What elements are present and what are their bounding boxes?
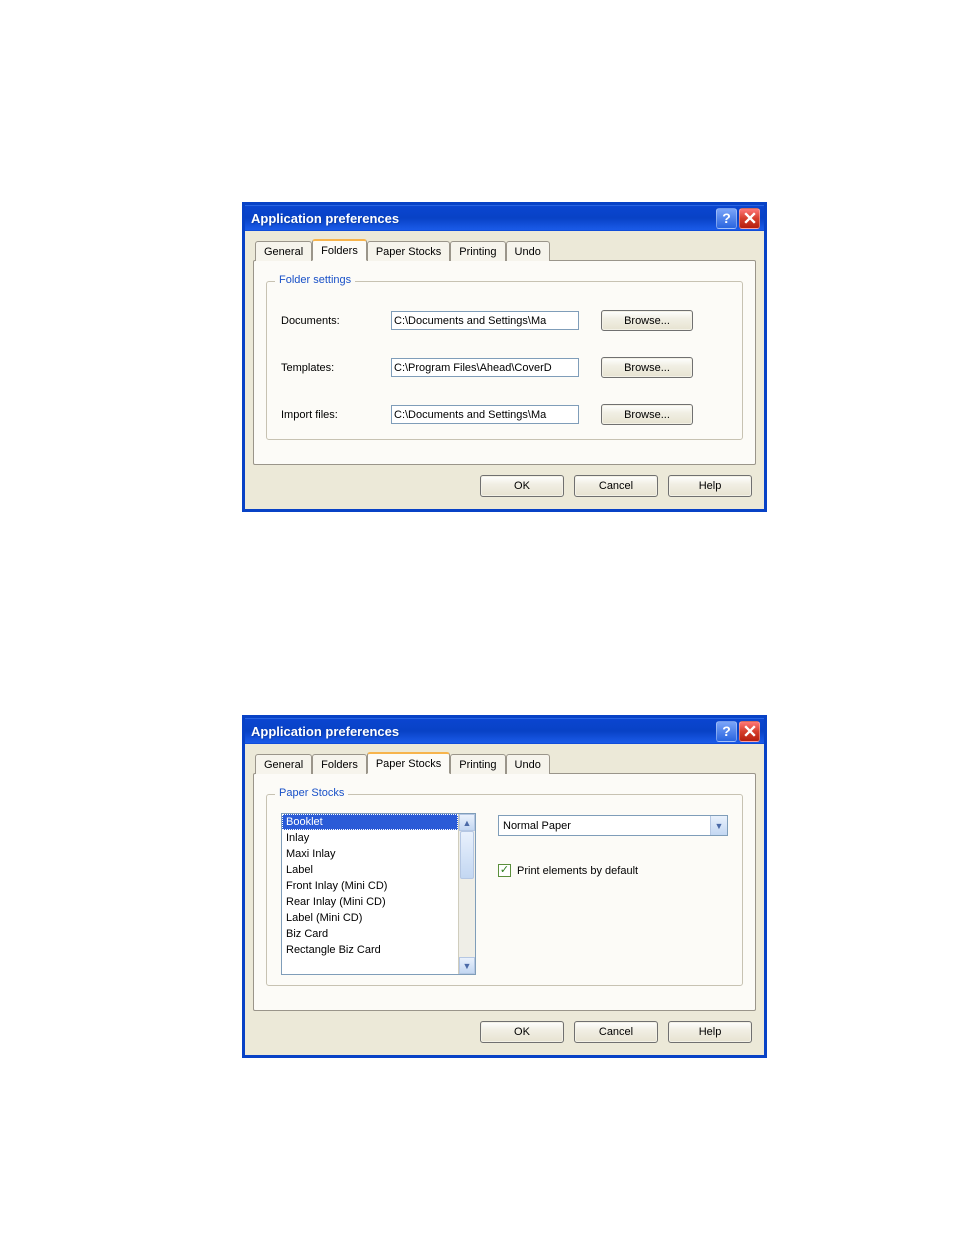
documents-input[interactable] (391, 311, 579, 330)
tab-printing[interactable]: Printing (450, 241, 505, 261)
paper-stocks-listbox[interactable]: Booklet Inlay Maxi Inlay Label Front Inl… (281, 813, 476, 975)
list-item[interactable]: Biz Card (282, 926, 458, 942)
close-icon[interactable] (739, 208, 760, 229)
tab-paper-stocks[interactable]: Paper Stocks (367, 752, 450, 774)
import-browse-button[interactable]: Browse... (601, 404, 693, 425)
list-item[interactable]: Booklet (282, 814, 458, 830)
help-icon[interactable]: ? (716, 208, 737, 229)
ok-button[interactable]: OK (480, 1021, 564, 1043)
cancel-button[interactable]: Cancel (574, 1021, 658, 1043)
folder-settings-group: Folder settings Documents: Browse... Tem… (266, 281, 743, 440)
tab-general[interactable]: General (255, 241, 312, 261)
tab-undo[interactable]: Undo (506, 241, 550, 261)
tab-folders[interactable]: Folders (312, 239, 367, 261)
window-title: Application preferences (251, 211, 714, 226)
list-item[interactable]: Label (Mini CD) (282, 910, 458, 926)
preferences-dialog-paper-stocks: Application preferences ? General Folder… (242, 715, 767, 1058)
window-title: Application preferences (251, 724, 714, 739)
titlebar[interactable]: Application preferences ? (245, 718, 764, 744)
list-item[interactable]: Label (282, 862, 458, 878)
import-row: Import files: Browse... (281, 404, 728, 425)
print-default-checkbox[interactable]: ✓ (498, 864, 511, 877)
titlebar[interactable]: Application preferences ? (245, 205, 764, 231)
listbox-items: Booklet Inlay Maxi Inlay Label Front Inl… (282, 814, 458, 974)
dialog-client: General Folders Paper Stocks Printing Un… (245, 744, 764, 1055)
paper-type-combobox[interactable]: Normal Paper ▼ (498, 815, 728, 836)
list-item[interactable]: Rectangle Biz Card (282, 942, 458, 958)
group-legend: Paper Stocks (275, 787, 348, 799)
documents-browse-button[interactable]: Browse... (601, 310, 693, 331)
ok-button[interactable]: OK (480, 475, 564, 497)
tab-folders[interactable]: Folders (312, 754, 367, 774)
tab-general[interactable]: General (255, 754, 312, 774)
tab-printing[interactable]: Printing (450, 754, 505, 774)
scroll-up-icon[interactable]: ▲ (459, 814, 475, 831)
close-icon[interactable] (739, 721, 760, 742)
scroll-thumb[interactable] (460, 831, 474, 879)
paper-stocks-group: Paper Stocks Booklet Inlay Maxi Inlay La… (266, 794, 743, 986)
templates-label: Templates: (281, 362, 391, 374)
help-icon[interactable]: ? (716, 721, 737, 742)
tab-panel: Paper Stocks Booklet Inlay Maxi Inlay La… (253, 773, 756, 1011)
chevron-down-icon[interactable]: ▼ (710, 816, 727, 835)
cancel-button[interactable]: Cancel (574, 475, 658, 497)
tab-undo[interactable]: Undo (506, 754, 550, 774)
dialog-button-row: OK Cancel Help (253, 465, 756, 501)
print-default-label: Print elements by default (517, 865, 638, 877)
documents-row: Documents: Browse... (281, 310, 728, 331)
preferences-dialog-folders: Application preferences ? General Folder… (242, 202, 767, 512)
tab-paper-stocks[interactable]: Paper Stocks (367, 241, 450, 261)
help-button[interactable]: Help (668, 475, 752, 497)
import-input[interactable] (391, 405, 579, 424)
documents-label: Documents: (281, 315, 391, 327)
dialog-button-row: OK Cancel Help (253, 1011, 756, 1047)
print-default-row: ✓ Print elements by default (498, 864, 728, 877)
combobox-value: Normal Paper (499, 820, 710, 832)
import-label: Import files: (281, 409, 391, 421)
help-button[interactable]: Help (668, 1021, 752, 1043)
templates-browse-button[interactable]: Browse... (601, 357, 693, 378)
group-legend: Folder settings (275, 274, 355, 286)
vertical-scrollbar[interactable]: ▲ ▼ (458, 814, 475, 974)
dialog-client: General Folders Paper Stocks Printing Un… (245, 231, 764, 509)
templates-row: Templates: Browse... (281, 357, 728, 378)
list-item[interactable]: Rear Inlay (Mini CD) (282, 894, 458, 910)
stock-settings: Normal Paper ▼ ✓ Print elements by defau… (498, 813, 728, 975)
scroll-down-icon[interactable]: ▼ (459, 957, 475, 974)
scroll-track[interactable] (459, 831, 475, 957)
list-item[interactable]: Front Inlay (Mini CD) (282, 878, 458, 894)
tabstrip: General Folders Paper Stocks Printing Un… (253, 752, 756, 774)
list-item[interactable]: Inlay (282, 830, 458, 846)
tabstrip: General Folders Paper Stocks Printing Un… (253, 239, 756, 261)
list-item[interactable]: Maxi Inlay (282, 846, 458, 862)
tab-panel: Folder settings Documents: Browse... Tem… (253, 260, 756, 465)
templates-input[interactable] (391, 358, 579, 377)
